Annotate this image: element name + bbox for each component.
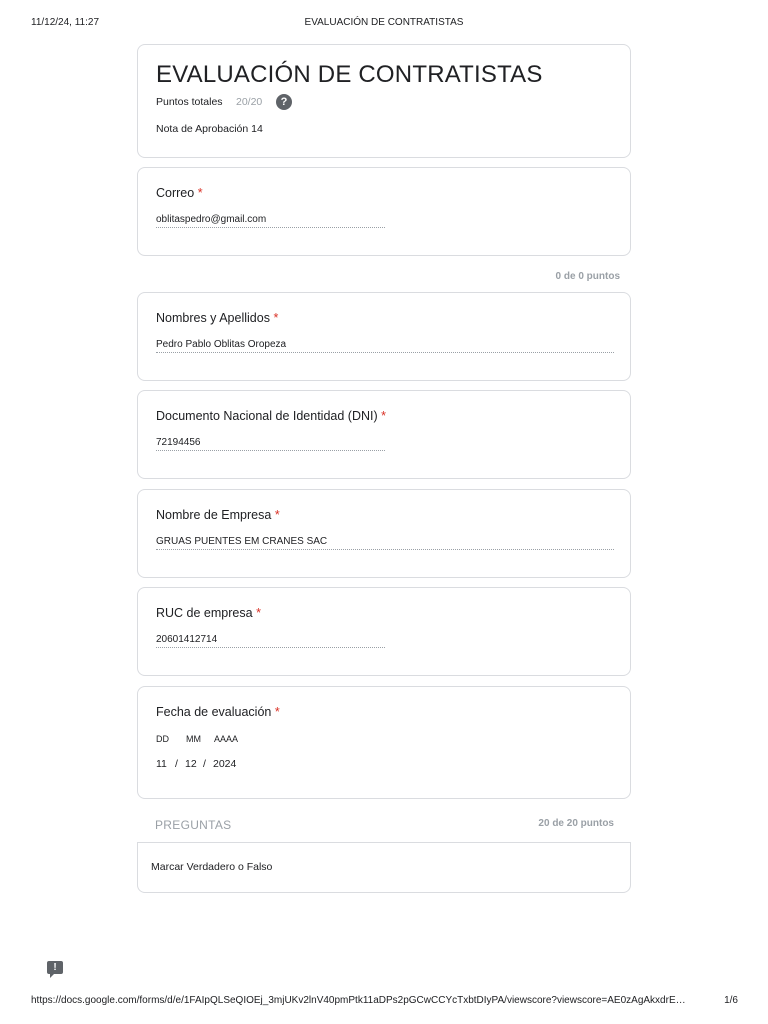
question-label: Fecha de evaluación * bbox=[156, 705, 280, 719]
required-marker: * bbox=[274, 508, 280, 522]
date-month: 12 bbox=[185, 758, 197, 770]
question-dni: Documento Nacional de Identidad (DNI) * … bbox=[137, 390, 631, 479]
question-correo: Correo * oblitaspedro@gmail.com bbox=[137, 167, 631, 256]
required-marker: * bbox=[256, 606, 261, 620]
answer-ruc: 20601412714 bbox=[156, 634, 385, 648]
instruction-text: Marcar Verdadero o Falso bbox=[151, 861, 273, 873]
section-points: 0 de 0 puntos bbox=[555, 271, 620, 282]
question-nombres: Nombres y Apellidos * Pedro Pablo Oblita… bbox=[137, 292, 631, 381]
print-title: EVALUACIÓN DE CONTRATISTAS bbox=[304, 17, 464, 28]
passing-grade: Nota de Aprobación 14 bbox=[156, 123, 263, 135]
date-year-label: AAAA bbox=[214, 734, 239, 744]
answer-nombres: Pedro Pablo Oblitas Oropeza bbox=[156, 339, 614, 353]
print-header: 11/12/24, 11:27 EVALUACIÓN DE CONTRATIST… bbox=[0, 17, 768, 31]
answer-dni: 72194456 bbox=[156, 437, 385, 451]
section-points-preguntas: 20 de 20 puntos bbox=[538, 818, 614, 829]
section-title-preguntas: PREGUNTAS bbox=[155, 818, 232, 832]
question-label: Correo * bbox=[156, 186, 203, 200]
help-icon[interactable]: ? bbox=[276, 94, 292, 110]
date-day-label: DD bbox=[156, 734, 169, 744]
form-header-card: EVALUACIÓN DE CONTRATISTAS Puntos totale… bbox=[137, 44, 631, 158]
date-month-label: MM bbox=[186, 734, 201, 744]
required-marker: * bbox=[197, 186, 203, 200]
print-page-number: 1/6 bbox=[724, 995, 738, 1006]
question-label: Nombres y Apellidos * bbox=[156, 311, 279, 325]
print-url: https://docs.google.com/forms/d/e/1FAIpQ… bbox=[31, 995, 686, 1006]
required-marker: * bbox=[273, 311, 279, 325]
question-ruc: RUC de empresa * 20601412714 bbox=[137, 587, 631, 676]
question-fecha: Fecha de evaluación * DD MM AAAA 11 / 12… bbox=[137, 686, 631, 799]
date-separator: / bbox=[175, 758, 178, 770]
question-label: Documento Nacional de Identidad (DNI) * bbox=[156, 409, 387, 423]
total-points-value: 20/20 bbox=[236, 96, 263, 108]
date-day: 11 bbox=[156, 758, 167, 770]
total-points-label: Puntos totales bbox=[156, 96, 223, 108]
form-title: EVALUACIÓN DE CONTRATISTAS bbox=[156, 61, 543, 88]
required-marker: * bbox=[381, 409, 387, 423]
question-empresa: Nombre de Empresa * GRUAS PUENTES EM CRA… bbox=[137, 489, 631, 578]
question-label: RUC de empresa * bbox=[156, 606, 261, 620]
date-year: 2024 bbox=[213, 758, 237, 770]
answer-empresa: GRUAS PUENTES EM CRANES SAC bbox=[156, 536, 614, 550]
answer-correo: oblitaspedro@gmail.com bbox=[156, 214, 385, 228]
date-separator: / bbox=[203, 758, 206, 770]
instruction-card: Marcar Verdadero o Falso bbox=[137, 842, 631, 893]
required-marker: * bbox=[274, 705, 280, 719]
question-label: Nombre de Empresa * bbox=[156, 508, 280, 522]
feedback-icon[interactable]: ! bbox=[47, 961, 63, 978]
